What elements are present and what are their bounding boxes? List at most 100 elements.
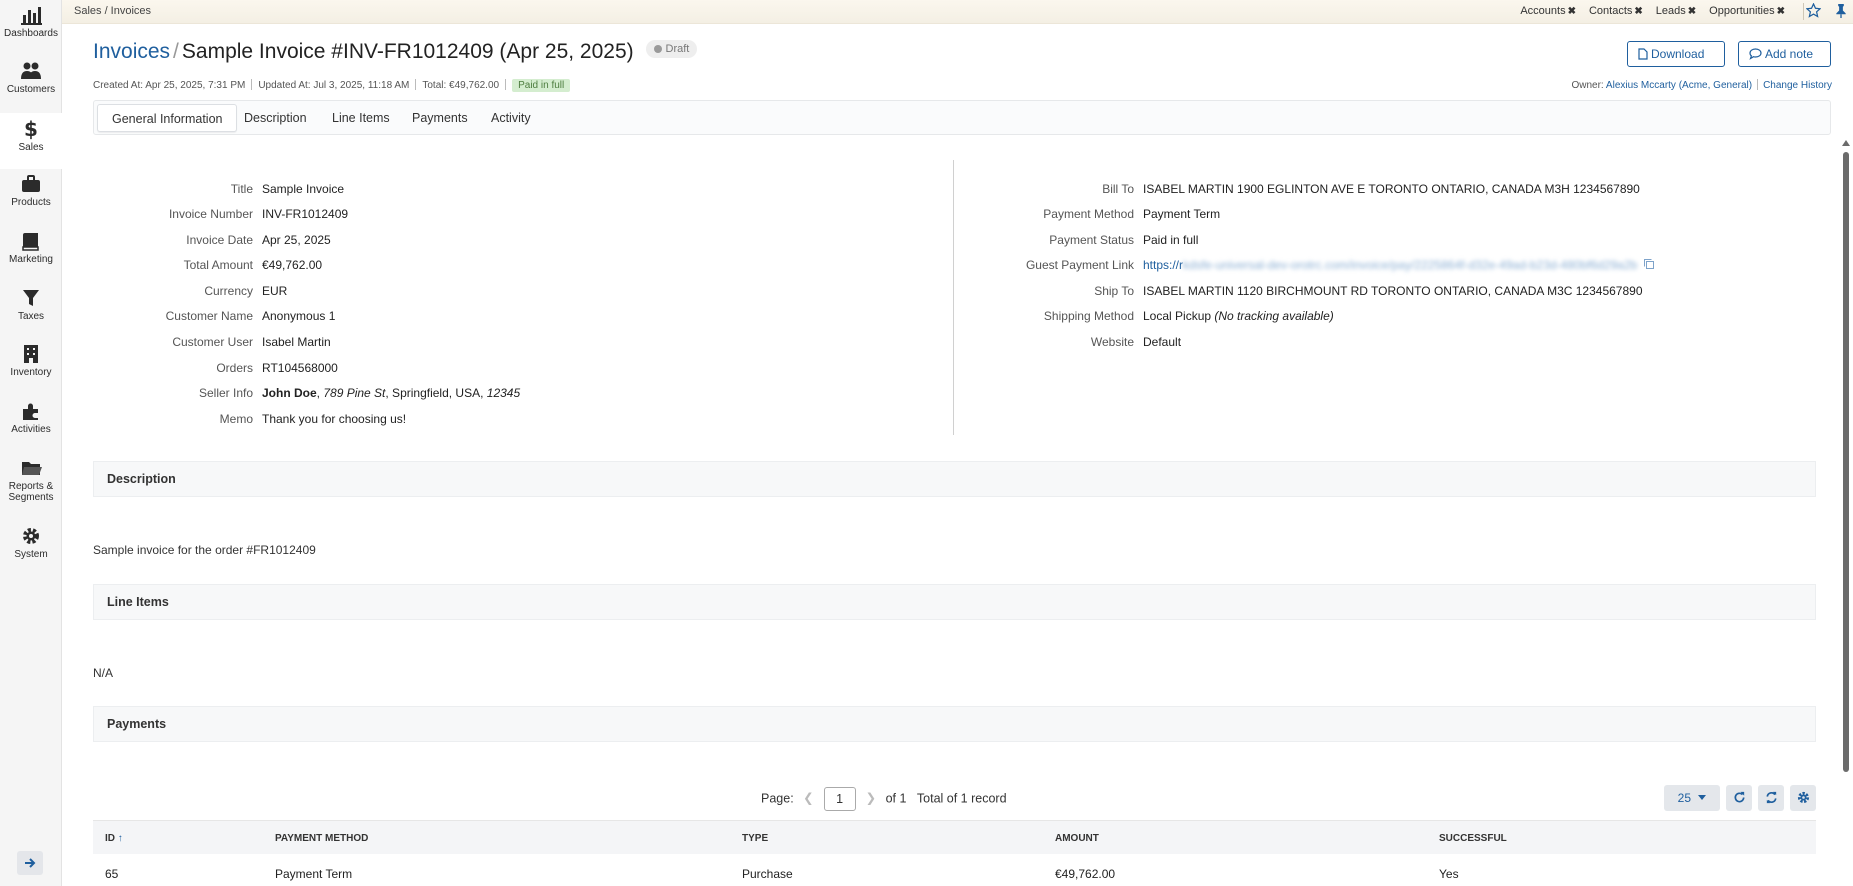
shortcut-leads[interactable]: Leads ✖ — [1656, 5, 1696, 17]
page-scrollbar[interactable] — [1842, 138, 1850, 886]
field-label: Customer Name — [165, 309, 253, 323]
scroll-thumb[interactable] — [1843, 152, 1849, 772]
scroll-up-icon[interactable] — [1842, 140, 1850, 146]
total-records: Total of 1 record — [916, 791, 1007, 806]
book-icon — [22, 233, 39, 251]
column-header-successful[interactable]: SUCCESSFUL — [1439, 833, 1507, 844]
caret-down-icon — [1698, 795, 1707, 800]
seller-street: 789 Pine St — [323, 386, 386, 400]
field-label: Ship To — [1094, 284, 1134, 298]
close-icon[interactable]: ✖ — [1634, 6, 1642, 17]
sidebar-toggle-button[interactable] — [17, 851, 43, 875]
tab-general-information[interactable]: General Information — [97, 104, 238, 132]
bar-chart-icon — [21, 7, 42, 25]
copy-icon[interactable] — [1643, 258, 1655, 270]
close-icon[interactable]: ✖ — [1688, 6, 1696, 17]
page-size-select[interactable]: 25 — [1664, 785, 1720, 811]
sidebar-item-sales[interactable]: $ Sales — [0, 113, 62, 169]
filter-icon — [23, 290, 39, 306]
tab-description[interactable]: Description — [230, 104, 321, 132]
payment-status-value: Paid in full — [1143, 233, 1199, 247]
owner-link[interactable]: Alexius Mccarty (Acme, General) — [1606, 80, 1752, 91]
column-header-amount[interactable]: AMOUNT — [1055, 833, 1099, 844]
payments-section-header: Payments — [93, 706, 1816, 742]
owner-info: Owner: Alexius Mccarty (Acme, General) Ch… — [1571, 79, 1832, 91]
order-link[interactable]: RT104568000 — [262, 361, 338, 375]
reset-button[interactable] — [1758, 785, 1784, 811]
next-page-icon[interactable]: ❯ — [866, 791, 876, 805]
sync-icon — [1765, 791, 1777, 804]
grid-settings-button[interactable] — [1790, 785, 1816, 811]
page-count: of 1 — [885, 791, 907, 806]
close-icon[interactable]: ✖ — [1568, 6, 1576, 17]
refresh-button[interactable] — [1726, 785, 1752, 811]
add-note-button[interactable]: Add note — [1738, 41, 1831, 67]
shipping-tracking-note: (No tracking available) — [1214, 309, 1334, 323]
download-button[interactable]: Download — [1627, 41, 1725, 67]
field-label: Payment Method — [1043, 207, 1134, 221]
users-icon — [21, 62, 41, 79]
shortcut-accounts[interactable]: Accounts ✖ — [1520, 5, 1576, 17]
customer-name-link[interactable]: Anonymous 1 — [262, 309, 335, 323]
invoice-meta: Created At: Apr 25, 2025, 7:31 PM Updated… — [93, 79, 571, 92]
column-header-payment-method[interactable]: PAYMENT METHOD — [275, 833, 368, 844]
sidebar-item-activities[interactable]: Activities — [0, 400, 62, 454]
bill-to-value: ISABEL MARTIN 1900 EGLINTON AVE E TORONT… — [1143, 182, 1640, 196]
divider — [505, 79, 507, 90]
field-label: Currency — [204, 284, 253, 298]
sort-asc-icon: ↑ — [117, 833, 123, 844]
invoices-breadcrumb-link[interactable]: Invoices — [93, 40, 170, 63]
tab-payments[interactable]: Payments — [398, 104, 482, 132]
tab-line-items[interactable]: Line Items — [318, 104, 404, 132]
field-label: Bill To — [1102, 182, 1134, 196]
status-dot-icon — [653, 45, 662, 54]
description-text: Sample invoice for the order #FR1012409 — [93, 543, 316, 557]
field-label: Invoice Date — [186, 233, 253, 247]
shortcut-contacts[interactable]: Contacts ✖ — [1589, 5, 1643, 17]
column-header-label: ID — [105, 833, 115, 844]
change-history-link[interactable]: Change History — [1763, 80, 1832, 91]
sidebar-item-inventory[interactable]: Inventory — [0, 343, 62, 397]
sidebar-item-system[interactable]: System — [0, 525, 62, 579]
tab-activity[interactable]: Activity — [477, 104, 545, 132]
column-header-type[interactable]: TYPE — [742, 833, 768, 844]
guest-payment-link[interactable]: https://r — [1143, 258, 1183, 272]
breadcrumb: Sales / Invoices — [74, 5, 152, 17]
field-label: Guest Payment Link — [1025, 258, 1134, 272]
sidebar-item-customers[interactable]: Customers — [0, 60, 62, 114]
sidebar-item-dashboards[interactable]: Dashboards — [0, 4, 62, 58]
sidebar-item-label: Reports & — [8, 481, 54, 492]
field-label: Customer User — [172, 335, 253, 349]
sidebar-item-reports-segments[interactable]: Reports & Segments — [0, 457, 62, 517]
field-label: Payment Status — [1049, 233, 1134, 247]
sidebar-item-label: Activities — [11, 424, 51, 435]
seller-zip: 12345 — [486, 386, 521, 400]
close-icon[interactable]: ✖ — [1777, 6, 1785, 17]
sidebar-item-marketing[interactable]: Marketing — [0, 230, 62, 284]
customer-user-link[interactable]: Isabel Martin — [262, 335, 331, 349]
page-label: Page: — [761, 791, 794, 806]
sidebar-item-taxes[interactable]: Taxes — [0, 287, 62, 341]
page-input[interactable]: 1 — [823, 787, 856, 811]
seller-name: John Doe — [262, 386, 317, 400]
arrow-right-icon — [25, 858, 36, 868]
pin-icon[interactable] — [1835, 3, 1847, 18]
field-label: Title — [230, 182, 253, 196]
star-icon[interactable] — [1806, 3, 1821, 18]
payment-method-value: Payment Term — [1143, 207, 1221, 221]
field-label: Memo — [219, 412, 253, 426]
column-header-id[interactable]: ID ↑ — [105, 833, 123, 844]
table-row[interactable]: 65 Payment Term Purchase €49,762.00 Yes — [93, 856, 1816, 886]
download-label: Download — [1651, 47, 1705, 61]
sidebar-item-products[interactable]: Products — [0, 173, 62, 227]
invoice-date-value: Apr 25, 2025 — [262, 233, 331, 247]
column-divider — [953, 160, 954, 435]
divider — [251, 79, 253, 90]
seller-city: , Springfield, USA, — [385, 386, 487, 400]
pagination: Page: ❮ 1 ❯ of 1 Total of 1 record — [761, 787, 1007, 811]
sidebar-item-label: Sales — [18, 142, 44, 153]
shortcut-opportunities[interactable]: Opportunities ✖ — [1709, 5, 1785, 17]
sidebar-item-label: Products — [11, 197, 51, 208]
prev-page-icon[interactable]: ❮ — [803, 791, 813, 805]
page-size-value: 25 — [1677, 791, 1691, 805]
